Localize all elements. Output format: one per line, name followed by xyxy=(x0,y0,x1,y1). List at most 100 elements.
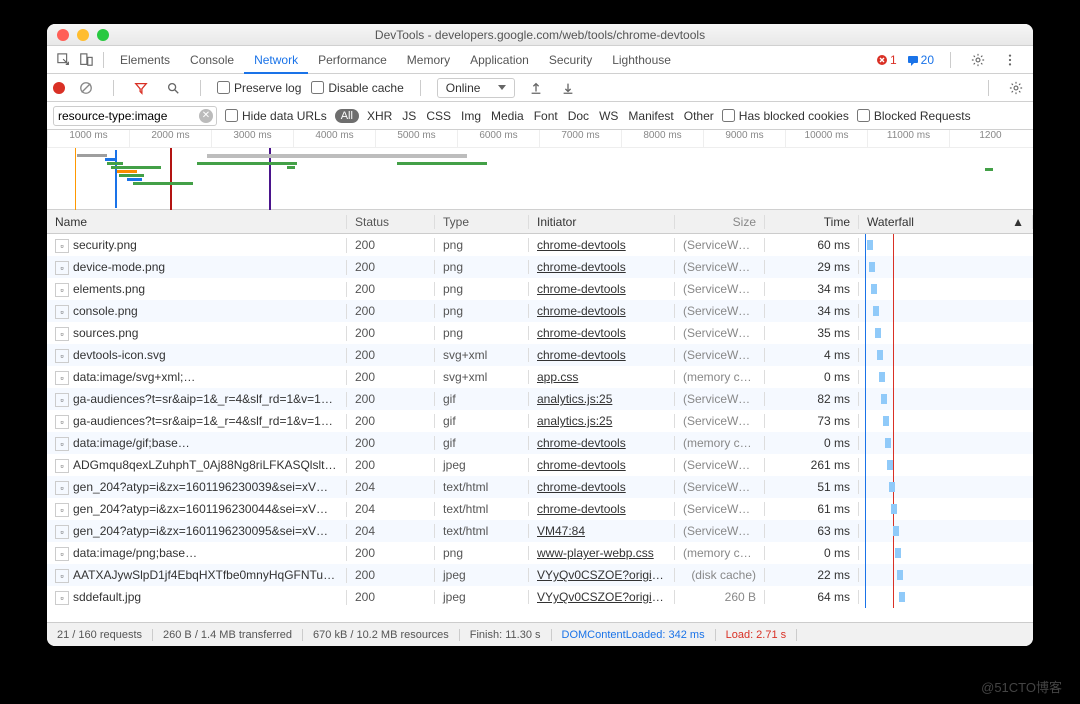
window-title: DevTools - developers.google.com/web/too… xyxy=(47,28,1033,42)
filter-type-xhr[interactable]: XHR xyxy=(367,109,392,123)
watermark: @51CTO博客 xyxy=(981,677,1062,696)
more-icon[interactable] xyxy=(999,49,1021,71)
search-icon[interactable] xyxy=(162,77,184,99)
initiator-link[interactable]: chrome-devtools xyxy=(537,326,626,340)
throttling-select[interactable]: Online xyxy=(437,78,516,98)
filter-type-ws[interactable]: WS xyxy=(599,109,618,123)
col-size[interactable]: Size xyxy=(675,215,765,229)
table-row[interactable]: ▫elements.png200pngchrome-devtools(Servi… xyxy=(47,278,1033,300)
table-row[interactable]: ▫gen_204?atyp=i&zx=1601196230039&sei=xV…… xyxy=(47,476,1033,498)
filter-icon[interactable] xyxy=(130,77,152,99)
tab-elements[interactable]: Elements xyxy=(110,46,180,74)
file-icon: ▫ xyxy=(55,503,69,517)
clear-filter-icon[interactable]: ✕ xyxy=(199,109,213,123)
initiator-link[interactable]: chrome-devtools xyxy=(537,480,626,494)
file-icon: ▫ xyxy=(55,459,69,473)
tab-memory[interactable]: Memory xyxy=(397,46,460,74)
panel-tabs: ElementsConsoleNetworkPerformanceMemoryA… xyxy=(47,46,1033,74)
col-initiator[interactable]: Initiator xyxy=(529,215,675,229)
table-row[interactable]: ▫devtools-icon.svg200svg+xmlchrome-devto… xyxy=(47,344,1033,366)
table-row[interactable]: ▫data:image/png;base…200pngwww-player-we… xyxy=(47,542,1033,564)
file-icon: ▫ xyxy=(55,305,69,319)
filter-type-manifest[interactable]: Manifest xyxy=(628,109,673,123)
blocked-requests-checkbox[interactable]: Blocked Requests xyxy=(857,109,971,123)
initiator-link[interactable]: app.css xyxy=(537,370,578,384)
has-blocked-cookies-checkbox[interactable]: Has blocked cookies xyxy=(722,109,849,123)
col-status[interactable]: Status xyxy=(347,215,435,229)
filter-type-font[interactable]: Font xyxy=(534,109,558,123)
initiator-link[interactable]: chrome-devtools xyxy=(537,502,626,516)
tab-lighthouse[interactable]: Lighthouse xyxy=(602,46,681,74)
initiator-link[interactable]: analytics.js:25 xyxy=(537,414,612,428)
tab-security[interactable]: Security xyxy=(539,46,602,74)
table-row[interactable]: ▫sources.png200pngchrome-devtools(Servic… xyxy=(47,322,1033,344)
initiator-link[interactable]: chrome-devtools xyxy=(537,458,626,472)
initiator-link[interactable]: VYyQv0CSZOE?origin… xyxy=(537,590,670,604)
filter-type-other[interactable]: Other xyxy=(684,109,714,123)
download-har-icon[interactable] xyxy=(557,77,579,99)
filter-type-js[interactable]: JS xyxy=(402,109,416,123)
disable-cache-checkbox[interactable]: Disable cache xyxy=(311,81,403,95)
table-row[interactable]: ▫AATXAJywSlpD1jf4EbqHXTfbe0mnyHqGFNTu…20… xyxy=(47,564,1033,586)
tab-network[interactable]: Network xyxy=(244,46,308,74)
message-badge[interactable]: 20 xyxy=(907,53,934,67)
col-type[interactable]: Type xyxy=(435,215,529,229)
filter-type-doc[interactable]: Doc xyxy=(568,109,589,123)
initiator-link[interactable]: VYyQv0CSZOE?origin… xyxy=(537,568,670,582)
file-icon: ▫ xyxy=(55,481,69,495)
filter-all-pill[interactable]: All xyxy=(335,109,359,123)
footer-requests: 21 / 160 requests xyxy=(47,629,153,641)
file-icon: ▫ xyxy=(55,239,69,253)
table-row[interactable]: ▫ga-audiences?t=sr&aip=1&_r=4&slf_rd=1&v… xyxy=(47,410,1033,432)
file-icon: ▫ xyxy=(55,261,69,275)
error-badge[interactable]: 1 xyxy=(876,53,897,67)
filter-type-media[interactable]: Media xyxy=(491,109,524,123)
preserve-log-checkbox[interactable]: Preserve log xyxy=(217,81,301,95)
table-row[interactable]: ▫device-mode.png200pngchrome-devtools(Se… xyxy=(47,256,1033,278)
table-row[interactable]: ▫console.png200pngchrome-devtools(Servic… xyxy=(47,300,1033,322)
filter-type-img[interactable]: Img xyxy=(461,109,481,123)
filter-input[interactable] xyxy=(53,106,217,126)
table-row[interactable]: ▫gen_204?atyp=i&zx=1601196230044&sei=xV…… xyxy=(47,498,1033,520)
tab-console[interactable]: Console xyxy=(180,46,244,74)
tab-application[interactable]: Application xyxy=(460,46,539,74)
record-icon[interactable] xyxy=(53,82,65,94)
file-icon: ▫ xyxy=(55,569,69,583)
initiator-link[interactable]: chrome-devtools xyxy=(537,436,626,450)
table-row[interactable]: ▫data:image/gif;base…200gifchrome-devtoo… xyxy=(47,432,1033,454)
settings-icon[interactable] xyxy=(967,49,989,71)
table-row[interactable]: ▫security.png200pngchrome-devtools(Servi… xyxy=(47,234,1033,256)
table-row[interactable]: ▫ga-audiences?t=sr&aip=1&_r=4&slf_rd=1&v… xyxy=(47,388,1033,410)
file-icon: ▫ xyxy=(55,327,69,341)
inspect-icon[interactable] xyxy=(53,49,75,71)
initiator-link[interactable]: chrome-devtools xyxy=(537,282,626,296)
col-time[interactable]: Time xyxy=(765,215,859,229)
filter-type-css[interactable]: CSS xyxy=(426,109,451,123)
titlebar: DevTools - developers.google.com/web/too… xyxy=(47,24,1033,46)
initiator-link[interactable]: chrome-devtools xyxy=(537,238,626,252)
initiator-link[interactable]: www-player-webp.css xyxy=(537,546,654,560)
request-table[interactable]: ▫security.png200pngchrome-devtools(Servi… xyxy=(47,234,1033,622)
file-icon: ▫ xyxy=(55,525,69,539)
col-waterfall[interactable]: Waterfall▲ xyxy=(859,215,1033,229)
initiator-link[interactable]: chrome-devtools xyxy=(537,260,626,274)
col-name[interactable]: Name xyxy=(47,215,347,229)
network-settings-icon[interactable] xyxy=(1005,77,1027,99)
initiator-link[interactable]: analytics.js:25 xyxy=(537,392,612,406)
table-row[interactable]: ▫ADGmqu8qexLZuhphT_0Aj88Ng8riLFKASQlslt…… xyxy=(47,454,1033,476)
file-icon: ▫ xyxy=(55,371,69,385)
upload-har-icon[interactable] xyxy=(525,77,547,99)
table-row[interactable]: ▫gen_204?atyp=i&zx=1601196230095&sei=xV…… xyxy=(47,520,1033,542)
table-row[interactable]: ▫sddefault.jpg200jpegVYyQv0CSZOE?origin…… xyxy=(47,586,1033,608)
table-header: Name Status Type Initiator Size Time Wat… xyxy=(47,210,1033,234)
overview-timeline[interactable]: 1000 ms2000 ms3000 ms4000 ms5000 ms6000 … xyxy=(47,130,1033,210)
initiator-link[interactable]: chrome-devtools xyxy=(537,304,626,318)
initiator-link[interactable]: chrome-devtools xyxy=(537,348,626,362)
device-toggle-icon[interactable] xyxy=(75,49,97,71)
hide-data-urls-checkbox[interactable]: Hide data URLs xyxy=(225,109,327,123)
initiator-link[interactable]: VM47:84 xyxy=(537,524,585,538)
tab-performance[interactable]: Performance xyxy=(308,46,397,74)
table-row[interactable]: ▫data:image/svg+xml;…200svg+xmlapp.css(m… xyxy=(47,366,1033,388)
footer-finish: Finish: 11.30 s xyxy=(460,629,552,641)
clear-icon[interactable] xyxy=(75,77,97,99)
